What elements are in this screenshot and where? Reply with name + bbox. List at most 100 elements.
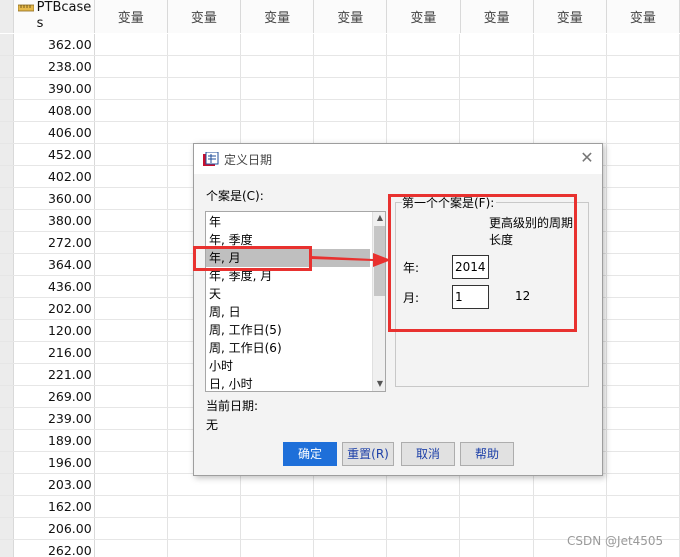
- table-cell-empty[interactable]: [607, 100, 680, 121]
- table-cell-empty[interactable]: [607, 342, 680, 363]
- row-number-cell[interactable]: [0, 56, 14, 77]
- table-cell-empty[interactable]: [314, 474, 388, 495]
- table-cell-empty[interactable]: [387, 78, 461, 99]
- table-cell-empty[interactable]: [168, 100, 241, 121]
- table-cell-empty[interactable]: [95, 144, 168, 165]
- table-cell-empty[interactable]: [95, 364, 168, 385]
- table-cell-empty[interactable]: [387, 496, 461, 517]
- row-number-cell[interactable]: [0, 430, 14, 451]
- table-cell-empty[interactable]: [534, 78, 607, 99]
- table-cell-empty[interactable]: [607, 166, 680, 187]
- table-cell-empty[interactable]: [314, 100, 388, 121]
- row-number-cell[interactable]: [0, 276, 14, 297]
- table-cell-empty[interactable]: [95, 518, 168, 539]
- table-cell-empty[interactable]: [241, 34, 315, 55]
- table-cell-value[interactable]: 162.00: [14, 496, 95, 517]
- table-cell-empty[interactable]: [607, 144, 680, 165]
- table-cell-value[interactable]: 202.00: [14, 298, 95, 319]
- table-cell-empty[interactable]: [460, 496, 534, 517]
- table-cell-value[interactable]: 203.00: [14, 474, 95, 495]
- table-cell-empty[interactable]: [607, 122, 680, 143]
- table-cell-empty[interactable]: [607, 408, 680, 429]
- table-cell-empty[interactable]: [534, 474, 607, 495]
- column-header-var[interactable]: 变量: [460, 0, 534, 33]
- table-cell-empty[interactable]: [607, 298, 680, 319]
- table-cell-empty[interactable]: [95, 122, 168, 143]
- table-cell-empty[interactable]: [460, 78, 534, 99]
- table-cell-empty[interactable]: [607, 276, 680, 297]
- list-item[interactable]: 年: [206, 213, 370, 231]
- table-cell-empty[interactable]: [168, 474, 241, 495]
- table-cell-empty[interactable]: [607, 496, 680, 517]
- table-cell-value[interactable]: 402.00: [14, 166, 95, 187]
- table-cell-empty[interactable]: [95, 56, 168, 77]
- table-cell-empty[interactable]: [95, 474, 168, 495]
- table-cell-value[interactable]: 269.00: [14, 386, 95, 407]
- table-cell-empty[interactable]: [607, 34, 680, 55]
- table-cell-value[interactable]: 380.00: [14, 210, 95, 231]
- table-cell-empty[interactable]: [314, 34, 388, 55]
- table-cell-empty[interactable]: [95, 254, 168, 275]
- table-cell-value[interactable]: 406.00: [14, 122, 95, 143]
- table-cell-empty[interactable]: [95, 232, 168, 253]
- table-cell-empty[interactable]: [460, 122, 534, 143]
- table-cell-empty[interactable]: [607, 474, 680, 495]
- column-header-var[interactable]: 变量: [387, 0, 461, 33]
- table-cell-value[interactable]: 262.00: [14, 540, 95, 557]
- table-cell-value[interactable]: 216.00: [14, 342, 95, 363]
- table-cell-empty[interactable]: [95, 210, 168, 231]
- table-cell-empty[interactable]: [387, 34, 461, 55]
- row-number-cell[interactable]: [0, 298, 14, 319]
- table-cell-empty[interactable]: [314, 540, 388, 557]
- table-cell-empty[interactable]: [387, 100, 461, 121]
- table-cell-empty[interactable]: [95, 540, 168, 557]
- table-cell-value[interactable]: 221.00: [14, 364, 95, 385]
- list-item[interactable]: 周, 日: [206, 303, 370, 321]
- table-cell-value[interactable]: 362.00: [14, 34, 95, 55]
- table-cell-empty[interactable]: [241, 122, 315, 143]
- row-number-cell[interactable]: [0, 166, 14, 187]
- table-cell-empty[interactable]: [387, 56, 461, 77]
- table-cell-empty[interactable]: [168, 78, 241, 99]
- table-cell-value[interactable]: 196.00: [14, 452, 95, 473]
- table-cell-empty[interactable]: [95, 276, 168, 297]
- table-cell-empty[interactable]: [607, 320, 680, 341]
- table-cell-empty[interactable]: [607, 188, 680, 209]
- table-cell-empty[interactable]: [607, 386, 680, 407]
- table-cell-empty[interactable]: [95, 298, 168, 319]
- table-cell-value[interactable]: 360.00: [14, 188, 95, 209]
- row-number-cell[interactable]: [0, 364, 14, 385]
- table-cell-empty[interactable]: [387, 122, 461, 143]
- ok-button[interactable]: 确定: [283, 442, 337, 466]
- list-item[interactable]: 日, 小时: [206, 375, 370, 391]
- table-cell-empty[interactable]: [95, 100, 168, 121]
- table-cell-empty[interactable]: [95, 452, 168, 473]
- list-item[interactable]: 周, 工作日(5): [206, 321, 370, 339]
- table-cell-empty[interactable]: [95, 386, 168, 407]
- table-cell-empty[interactable]: [387, 518, 461, 539]
- table-cell-empty[interactable]: [314, 496, 388, 517]
- table-cell-empty[interactable]: [387, 474, 461, 495]
- table-cell-value[interactable]: 239.00: [14, 408, 95, 429]
- list-item[interactable]: 天: [206, 285, 370, 303]
- table-cell-empty[interactable]: [95, 188, 168, 209]
- scroll-up-icon[interactable]: ▲: [373, 212, 385, 224]
- table-cell-empty[interactable]: [460, 34, 534, 55]
- table-cell-empty[interactable]: [534, 56, 607, 77]
- table-cell-value[interactable]: 272.00: [14, 232, 95, 253]
- row-number-cell[interactable]: [0, 452, 14, 473]
- table-cell-empty[interactable]: [241, 78, 315, 99]
- row-number-cell[interactable]: [0, 210, 14, 231]
- table-cell-empty[interactable]: [534, 100, 607, 121]
- cases-are-listbox[interactable]: 年年, 季度 年, 月年, 季度, 月天周, 日周, 工作日(5) 周, 工作日(6…: [205, 211, 386, 392]
- list-item[interactable]: 小时: [206, 357, 370, 375]
- table-cell-empty[interactable]: [168, 518, 241, 539]
- list-scrollbar[interactable]: ▲ ▼: [372, 212, 385, 391]
- table-cell-empty[interactable]: [534, 496, 607, 517]
- table-cell-empty[interactable]: [460, 518, 534, 539]
- table-cell-empty[interactable]: [534, 122, 607, 143]
- table-cell-empty[interactable]: [168, 122, 241, 143]
- table-cell-empty[interactable]: [95, 342, 168, 363]
- scroll-down-icon[interactable]: ▼: [373, 378, 385, 390]
- table-cell-empty[interactable]: [607, 364, 680, 385]
